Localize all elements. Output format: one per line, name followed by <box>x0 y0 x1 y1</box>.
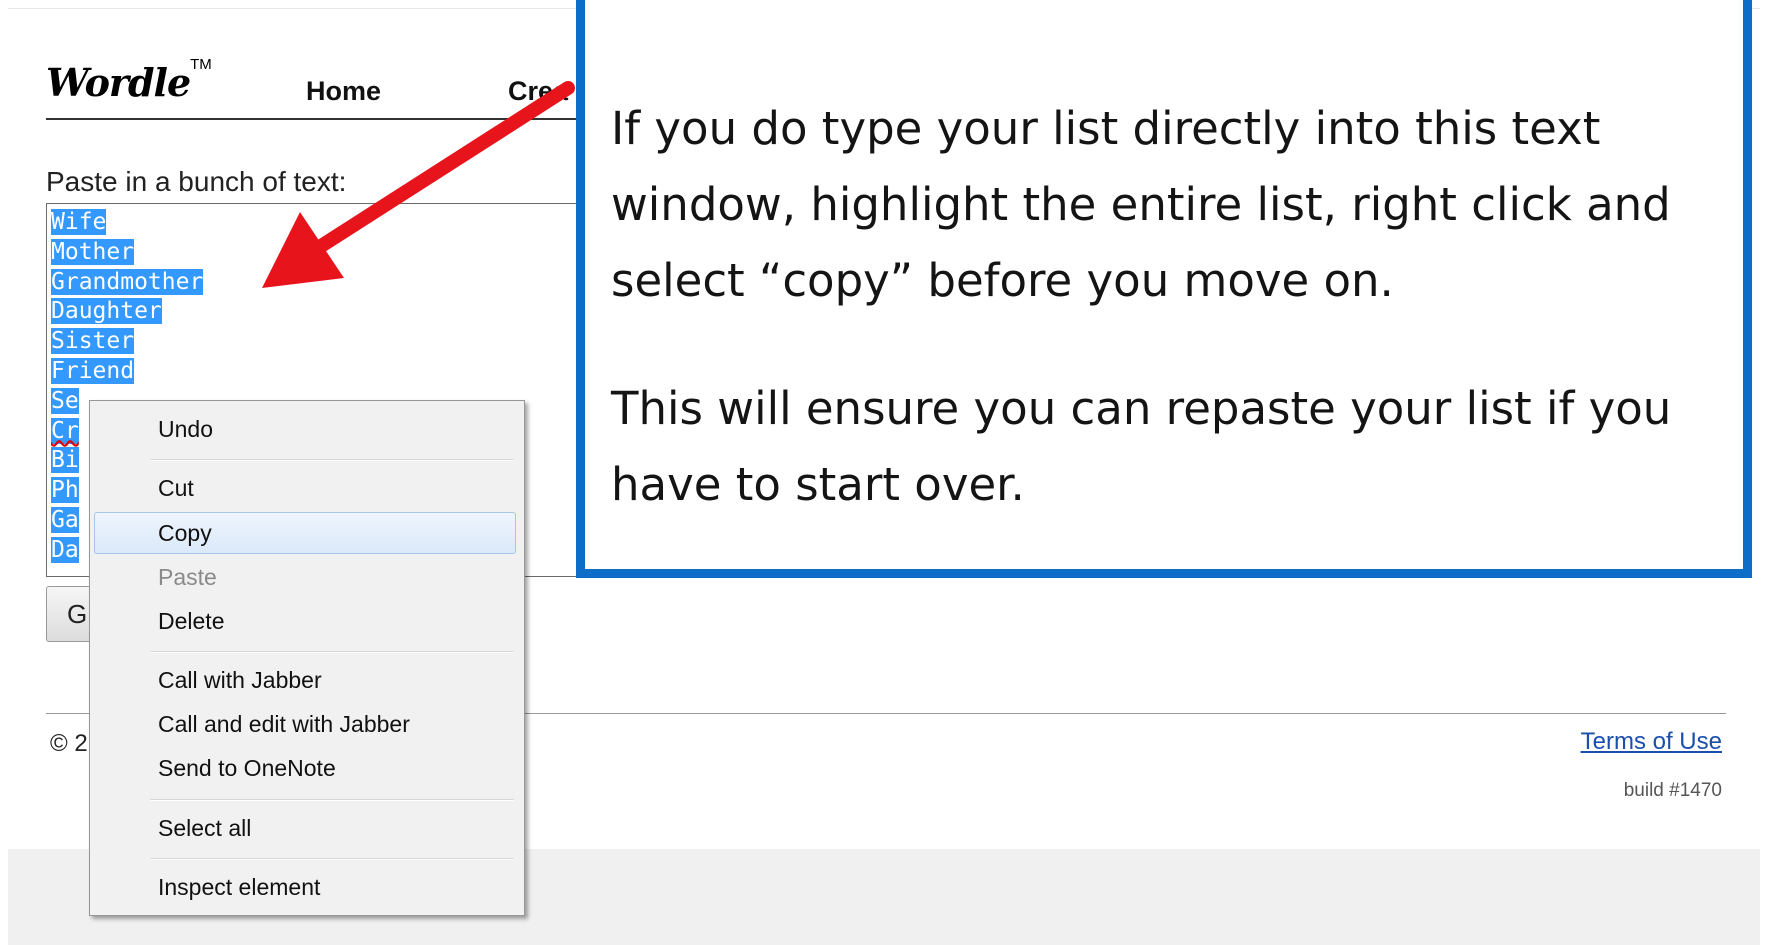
context-menu: Undo Cut Copy Paste Delete Call with Jab… <box>89 400 525 916</box>
menu-item-call-edit-jabber[interactable]: Call and edit with Jabber <box>158 711 410 738</box>
menu-item-send-onenote[interactable]: Send to OneNote <box>158 755 336 782</box>
menu-item-delete[interactable]: Delete <box>158 608 224 635</box>
menu-item-undo[interactable]: Undo <box>158 416 213 443</box>
menu-item-paste[interactable]: Paste <box>158 564 217 591</box>
menu-separator <box>150 651 514 653</box>
menu-item-cut[interactable]: Cut <box>158 475 194 502</box>
menu-separator <box>150 858 514 860</box>
menu-item-inspect[interactable]: Inspect element <box>158 874 320 901</box>
menu-separator <box>150 459 514 461</box>
menu-item-copy[interactable]: Copy <box>158 520 212 547</box>
menu-item-select-all[interactable]: Select all <box>158 815 251 842</box>
menu-separator <box>150 799 514 801</box>
menu-item-call-jabber[interactable]: Call with Jabber <box>158 667 322 694</box>
